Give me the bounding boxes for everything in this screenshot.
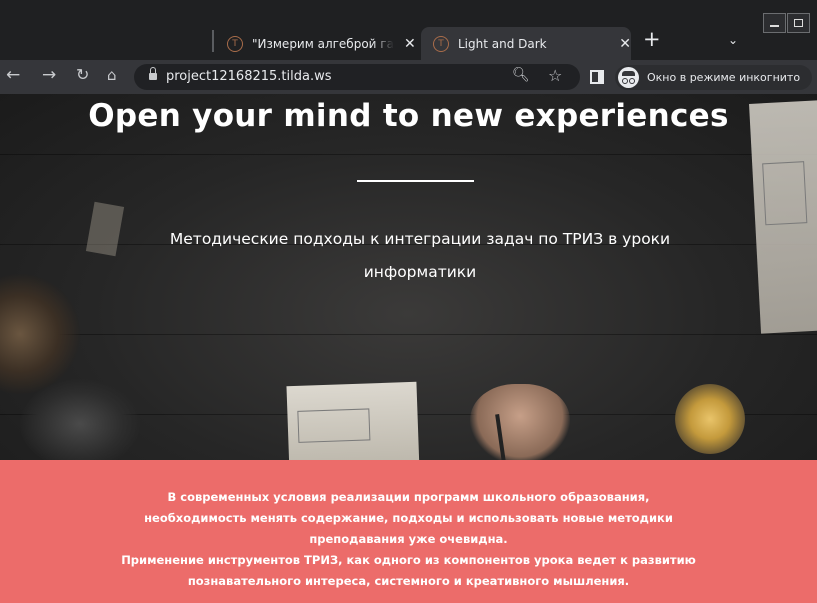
info-line: необходимость менять содержание, подходы… <box>144 511 673 525</box>
tab-title: Light and Dark <box>458 36 547 51</box>
home-icon[interactable]: ⌂ <box>107 68 117 83</box>
tab-izmerim[interactable]: T "Измерим алгеброй гармонию" ✕ <box>227 27 417 60</box>
tilda-favicon-icon: T <box>433 35 449 52</box>
background-paper <box>85 201 125 257</box>
background-paper <box>749 100 817 334</box>
info-text: В современных условия реализации програм… <box>60 487 757 592</box>
info-section: В современных условия реализации програм… <box>0 460 817 603</box>
address-bar[interactable]: project12168215.tilda.ws 🔍︎ ☆ <box>134 64 580 90</box>
lock-icon[interactable] <box>149 67 157 80</box>
address-url[interactable]: project12168215.tilda.ws <box>166 69 332 84</box>
hero-subtitle: Методические подходы к интеграции задач … <box>140 223 700 289</box>
bookmark-star-icon[interactable]: ☆ <box>548 66 562 85</box>
minimize-icon <box>770 24 779 27</box>
tilda-favicon-icon: T <box>227 35 243 52</box>
close-tab-icon[interactable]: ✕ <box>404 37 416 51</box>
back-arrow-icon[interactable]: ← <box>6 67 20 84</box>
tab-separator <box>212 30 214 52</box>
wood-grain <box>0 154 817 155</box>
minimize-window-button[interactable] <box>763 13 786 33</box>
background-cup <box>0 274 80 394</box>
wood-grain <box>0 334 817 335</box>
info-line: Применение инструментов ТРИЗ, как одного… <box>121 553 696 567</box>
tab-search-chevron-icon[interactable]: ⌄ <box>728 33 738 47</box>
hero-title: Open your mind to new experiences <box>88 98 729 134</box>
maximize-window-button[interactable] <box>787 13 810 33</box>
close-tab-icon[interactable]: ✕ <box>619 37 631 51</box>
info-line: преподавания уже очевидна. <box>309 532 508 546</box>
hero-subtitle-line: Методические подходы к интеграции задач … <box>169 230 671 248</box>
incognito-label: Окно в режиме инкогнито <box>647 71 801 84</box>
background-teapot <box>20 379 140 460</box>
new-tab-button[interactable]: + <box>643 29 661 50</box>
background-hand <box>470 384 570 460</box>
side-panel-icon[interactable] <box>590 70 604 84</box>
info-line: В современных условия реализации програм… <box>167 490 650 504</box>
hero-subtitle-line: информатики <box>363 263 477 281</box>
reload-icon[interactable]: ↻ <box>76 67 89 83</box>
maximize-icon <box>794 19 803 27</box>
browser-toolbar: ← → ↻ ⌂ project12168215.tilda.ws 🔍︎ ☆ Ок… <box>0 60 817 94</box>
background-tea-glass <box>675 384 745 454</box>
incognito-indicator[interactable]: Окно в режиме инкогнито <box>615 65 812 90</box>
background-notebook <box>286 381 420 460</box>
incognito-icon <box>618 67 639 88</box>
forward-arrow-icon[interactable]: → <box>42 67 56 84</box>
zoom-icon[interactable]: 🔍︎ <box>512 67 530 83</box>
tab-light-and-dark[interactable]: T Light and Dark ✕ <box>421 27 631 60</box>
info-line: познавательного интереса, системного и к… <box>187 574 630 588</box>
tab-title: "Измерим алгеброй гармонию" <box>252 36 394 51</box>
tab-strip: T "Измерим алгеброй гармонию" ✕ T Light … <box>0 0 817 60</box>
hero-divider <box>357 180 474 182</box>
hero-section: Open your mind to new experiences Методи… <box>0 94 817 460</box>
